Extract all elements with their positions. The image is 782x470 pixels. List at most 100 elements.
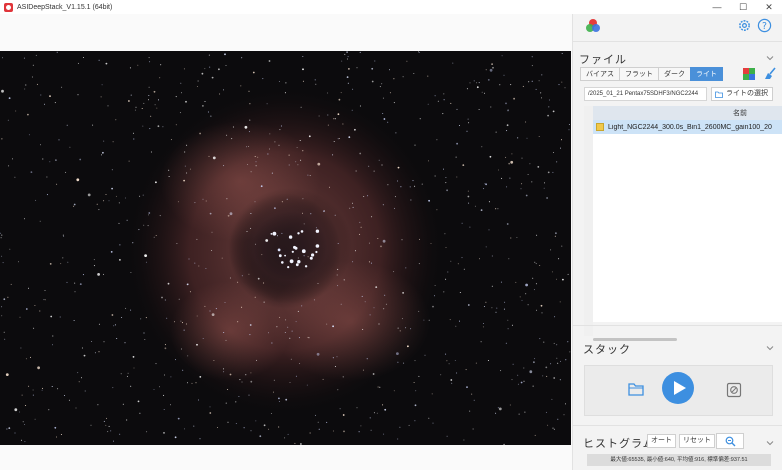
star [536, 309, 537, 311]
tab-flat[interactable]: フラット [619, 67, 659, 81]
star [418, 51, 419, 53]
zoom-button[interactable] [716, 433, 744, 449]
select-lights-button[interactable]: ライトの選択 [711, 87, 773, 101]
play-icon [673, 381, 686, 395]
star [269, 148, 270, 150]
star [250, 372, 252, 374]
star [176, 243, 178, 244]
star [506, 223, 509, 225]
star [185, 323, 187, 325]
help-icon[interactable]: ? [757, 18, 772, 33]
cluster-star [315, 250, 318, 254]
broom-clean-icon[interactable] [764, 67, 777, 80]
star [246, 146, 247, 148]
image-view-icon[interactable] [726, 382, 742, 398]
star [60, 434, 62, 435]
star [43, 299, 45, 301]
app-logo-icon [586, 19, 600, 32]
star [127, 372, 129, 374]
chevron-down-icon[interactable] [765, 53, 775, 63]
maximize-button[interactable]: ☐ [730, 0, 756, 14]
star [119, 433, 121, 435]
star [5, 373, 9, 376]
star [469, 410, 471, 412]
star [107, 105, 109, 107]
star [480, 341, 482, 343]
star [199, 132, 202, 135]
star [532, 277, 534, 279]
chevron-down-icon[interactable] [765, 438, 775, 448]
star [471, 393, 473, 395]
star [488, 201, 490, 203]
auto-button[interactable]: オート [647, 434, 676, 448]
star [506, 130, 508, 132]
star [469, 226, 471, 228]
tab-dark[interactable]: ダーク [658, 67, 691, 81]
star [317, 283, 319, 284]
star [405, 327, 407, 329]
tab-bias[interactable]: バイアス [580, 67, 620, 81]
star [302, 68, 304, 71]
star [340, 92, 342, 94]
star [79, 158, 82, 161]
star [229, 373, 232, 376]
minimize-button[interactable]: — [704, 0, 730, 14]
star [56, 183, 58, 185]
close-button[interactable]: ✕ [756, 0, 782, 14]
star [97, 273, 100, 276]
star [39, 310, 41, 312]
star [24, 218, 25, 220]
star [170, 376, 172, 378]
star [188, 258, 190, 260]
nebula-image [0, 51, 571, 445]
star [40, 144, 41, 146]
star [63, 235, 65, 237]
star [300, 106, 302, 108]
star [1, 234, 3, 236]
star [487, 79, 490, 81]
star [430, 243, 432, 244]
light-folder-path-field[interactable]: /2025_01_21 Pentax75SDHF3/NGC2244 [584, 87, 707, 101]
star [427, 103, 429, 105]
star [133, 132, 134, 134]
star [423, 319, 425, 321]
tab-light[interactable]: ライト [690, 67, 723, 81]
reset-button[interactable]: リセット [679, 434, 715, 448]
star [255, 161, 257, 163]
star [226, 134, 228, 136]
star [341, 60, 343, 62]
star [362, 369, 364, 371]
star [511, 379, 513, 381]
color-grid-icon[interactable] [743, 68, 755, 80]
star [211, 313, 215, 316]
star [296, 147, 298, 148]
star [7, 119, 9, 121]
column-header-name[interactable]: 名前 [733, 108, 747, 118]
star [529, 163, 531, 165]
star [418, 375, 420, 377]
star [69, 146, 71, 148]
astro-image-canvas[interactable] [0, 51, 571, 445]
star [30, 356, 31, 358]
star [107, 431, 109, 433]
open-folder-button[interactable] [628, 382, 644, 396]
settings-gear-icon[interactable] [737, 18, 752, 33]
table-row[interactable]: 1 Light_NGC2244_300.0s_Bin1_2600MC_gain1… [584, 120, 782, 134]
file-table: 名前 1 Light_NGC2244_300.0s_Bin1_2600MC_ga… [584, 106, 782, 322]
star [521, 183, 523, 185]
star [410, 199, 412, 201]
star [147, 225, 149, 227]
star [455, 156, 457, 158]
star [119, 244, 121, 246]
file-checkbox[interactable] [596, 123, 604, 131]
star [378, 323, 380, 325]
star [223, 165, 225, 167]
star [418, 310, 420, 312]
star [547, 114, 549, 117]
star [307, 256, 309, 258]
star [308, 337, 310, 339]
chevron-down-icon[interactable] [765, 343, 775, 353]
star [315, 227, 317, 229]
start-stack-button[interactable] [662, 372, 694, 404]
star [291, 330, 293, 332]
